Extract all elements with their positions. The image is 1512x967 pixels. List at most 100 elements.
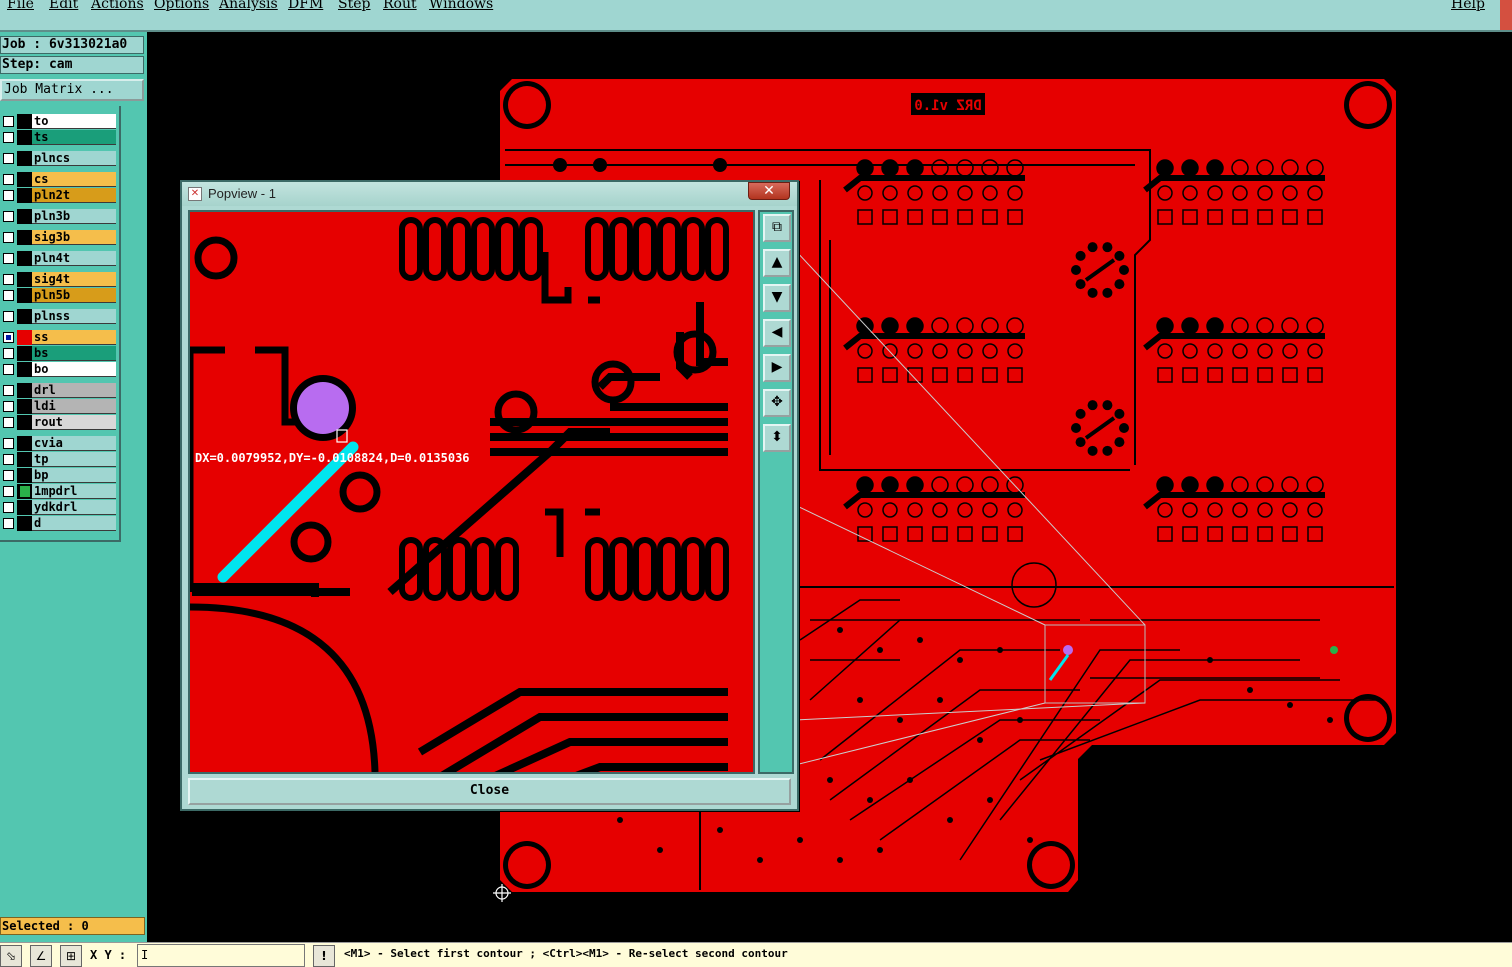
layer-row-sig3b[interactable]: sig3b	[0, 230, 118, 245]
layer-affected-indicator[interactable]	[17, 484, 32, 499]
layer-affected-indicator[interactable]	[17, 516, 32, 531]
zoom-reset-icon[interactable]: ⬍	[763, 424, 791, 452]
layer-affected-indicator[interactable]	[17, 172, 32, 187]
layer-row-plncs[interactable]: plncs	[0, 151, 118, 166]
layer-affected-indicator[interactable]	[17, 436, 32, 451]
layer-name: plncs	[32, 151, 116, 166]
layer-name: 1mpdrl	[32, 484, 116, 499]
layer-affected-indicator[interactable]	[17, 415, 32, 430]
layer-row-pln4t[interactable]: pln4t	[0, 251, 118, 266]
layer-row-drl[interactable]: drl	[0, 383, 118, 398]
popview-canvas[interactable]: DX=0.0079952,DY=-0.0108824,D=0.0135036	[188, 210, 755, 774]
layer-affected-indicator[interactable]	[17, 209, 32, 224]
layer-name: bs	[32, 346, 116, 361]
popview-title: Popview - 1	[208, 186, 276, 201]
layer-checkbox[interactable]	[3, 274, 14, 285]
step-label: Step: cam	[0, 56, 144, 74]
layer-row-pln5b[interactable]: pln5b	[0, 288, 118, 303]
layer-row-bs[interactable]: bs	[0, 346, 118, 361]
layer-affected-indicator[interactable]	[17, 399, 32, 414]
layer-checkbox[interactable]	[3, 232, 14, 243]
layer-affected-indicator[interactable]	[17, 330, 32, 345]
layer-row-cs[interactable]: cs	[0, 172, 118, 187]
layer-checkbox[interactable]	[3, 438, 14, 449]
layer-row-pln2t[interactable]: pln2t	[0, 188, 118, 203]
layer-checkbox[interactable]	[3, 502, 14, 513]
layer-row-sig4t[interactable]: sig4t	[0, 272, 118, 287]
layer-row-ss[interactable]: ss	[0, 330, 118, 345]
layer-checkbox[interactable]	[3, 116, 14, 127]
warning-icon[interactable]: !	[313, 945, 335, 967]
measure-tool-icon[interactable]: ∠	[30, 945, 52, 967]
layer-affected-indicator[interactable]	[17, 230, 32, 245]
layer-checkbox[interactable]	[3, 132, 14, 143]
pan-up-icon[interactable]: ▲	[763, 249, 791, 277]
layer-affected-indicator[interactable]	[17, 500, 32, 515]
layer-row-ydkdrl[interactable]: ydkdrl	[0, 500, 118, 515]
layer-checkbox[interactable]	[3, 211, 14, 222]
zoom-extents-icon[interactable]: ✥	[763, 389, 791, 417]
layer-checkbox[interactable]	[3, 385, 14, 396]
grid-icon[interactable]: ⊞	[60, 945, 82, 967]
layer-checkbox[interactable]	[3, 332, 14, 343]
layer-checkbox[interactable]	[3, 470, 14, 481]
layer-checkbox[interactable]	[3, 253, 14, 264]
layer-name: ldi	[32, 399, 116, 414]
layer-affected-indicator[interactable]	[17, 114, 32, 129]
layer-row-d[interactable]: d	[0, 516, 118, 531]
popview-close-icon[interactable]: ✕	[748, 182, 790, 200]
layer-checkbox[interactable]	[3, 417, 14, 428]
layer-row-ts[interactable]: ts	[0, 130, 118, 145]
layer-checkbox[interactable]	[3, 174, 14, 185]
layer-checkbox[interactable]	[3, 290, 14, 301]
layer-row-pln3b[interactable]: pln3b	[0, 209, 118, 224]
job-matrix-button[interactable]: Job Matrix ...	[0, 79, 144, 101]
layer-row-ldi[interactable]: ldi	[0, 399, 118, 414]
layer-affected-indicator[interactable]	[17, 188, 32, 203]
board-green-marker	[1330, 646, 1338, 654]
layer-row-bo[interactable]: bo	[0, 362, 118, 377]
pan-right-icon[interactable]: ▶	[763, 354, 791, 382]
layer-row-plnss[interactable]: plnss	[0, 309, 118, 324]
layer-affected-indicator[interactable]	[17, 151, 32, 166]
xy-input[interactable]: I	[137, 944, 305, 967]
left-panel: Job : 6v313021a0 Step: cam Job Matrix ..…	[0, 32, 147, 942]
layer-affected-indicator[interactable]	[17, 346, 32, 361]
layer-row-1mpdrl[interactable]: 1mpdrl	[0, 484, 118, 499]
layer-checkbox[interactable]	[3, 190, 14, 201]
popview-toolbar: ⧉ ▲ ▼ ◀ ▶ ✥ ⬍	[758, 210, 794, 774]
layer-checkbox[interactable]	[3, 311, 14, 322]
layer-row-tp[interactable]: tp	[0, 452, 118, 467]
layer-row-rout[interactable]: rout	[0, 415, 118, 430]
layer-affected-indicator[interactable]	[17, 362, 32, 377]
select-tool-icon[interactable]: ⬂	[0, 945, 22, 967]
layer-checkbox[interactable]	[3, 401, 14, 412]
layer-affected-indicator[interactable]	[17, 288, 32, 303]
layer-name: bp	[32, 468, 116, 483]
layer-row-bp[interactable]: bp	[0, 468, 118, 483]
layer-checkbox[interactable]	[3, 348, 14, 359]
layer-name: drl	[32, 383, 116, 398]
layer-affected-indicator[interactable]	[17, 468, 32, 483]
layer-row-cvia[interactable]: cvia	[0, 436, 118, 451]
close-button[interactable]: Close	[188, 778, 791, 805]
layer-checkbox[interactable]	[3, 454, 14, 465]
layer-affected-indicator[interactable]	[17, 130, 32, 145]
layer-affected-indicator[interactable]	[17, 309, 32, 324]
layer-name: pln2t	[32, 188, 116, 203]
zoom-fit-icon[interactable]: ⧉	[763, 214, 791, 242]
layer-checkbox[interactable]	[3, 486, 14, 497]
layer-name: plnss	[32, 309, 116, 324]
layer-checkbox[interactable]	[3, 153, 14, 164]
layer-affected-indicator[interactable]	[17, 452, 32, 467]
layer-name: ydkdrl	[32, 500, 116, 515]
layer-affected-indicator[interactable]	[17, 251, 32, 266]
pan-left-icon[interactable]: ◀	[763, 319, 791, 347]
layer-affected-indicator[interactable]	[17, 272, 32, 287]
layer-row-to[interactable]: to	[0, 114, 118, 129]
pan-down-icon[interactable]: ▼	[763, 284, 791, 312]
layer-affected-indicator[interactable]	[17, 383, 32, 398]
layer-checkbox[interactable]	[3, 518, 14, 529]
layer-checkbox[interactable]	[3, 364, 14, 375]
popview-titlebar[interactable]: ✕ Popview - 1 ✕	[182, 182, 797, 206]
